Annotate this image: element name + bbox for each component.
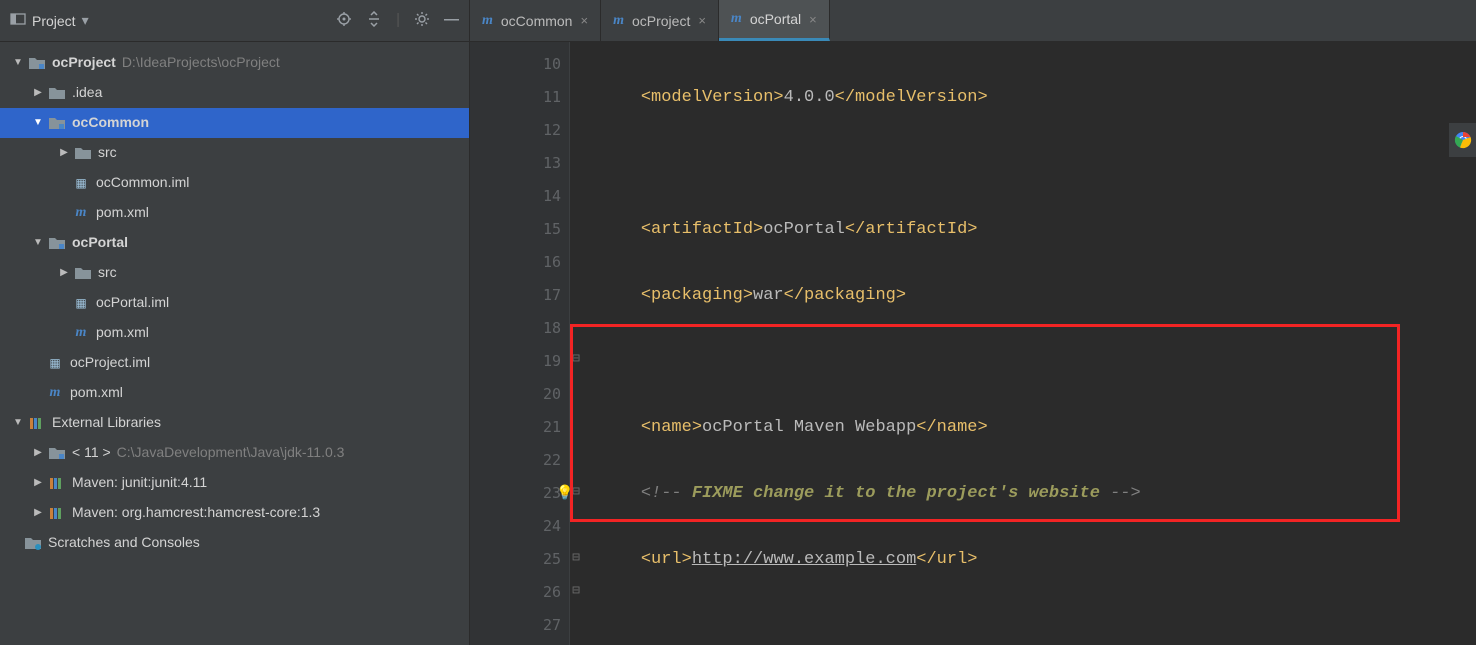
line-number: 10 bbox=[470, 48, 561, 81]
sidebar-header: Project ▾ | — bbox=[0, 0, 469, 42]
close-icon[interactable]: × bbox=[698, 13, 706, 28]
line-gutter: 10 11 12 13 14 15 16 17 18 19 20 21 22 2… bbox=[470, 42, 570, 645]
line-number: 18 bbox=[470, 312, 561, 345]
line-number: 20 bbox=[470, 378, 561, 411]
line-number: 15 bbox=[470, 213, 561, 246]
maven-file-icon: m bbox=[72, 204, 90, 222]
target-icon[interactable] bbox=[336, 11, 352, 31]
line-number: 21 bbox=[470, 411, 561, 444]
tree-node-ocportal-pom[interactable]: m pom.xml bbox=[0, 318, 469, 348]
collapse-all-icon[interactable] bbox=[366, 11, 382, 31]
tab-label: ocProject bbox=[632, 13, 690, 29]
tree-node-jdk[interactable]: ▶ < 11 > C:\JavaDevelopment\Java\jdk-11.… bbox=[0, 438, 469, 468]
project-sidebar: Project ▾ | — ▼ ocProject D:\IdeaProject… bbox=[0, 0, 470, 645]
tab-ocproject[interactable]: m ocProject × bbox=[601, 0, 719, 41]
tree-node-project-iml[interactable]: ▦ ocProject.iml bbox=[0, 348, 469, 378]
tree-node-scratches[interactable]: Scratches and Consoles bbox=[0, 528, 469, 558]
tree-node-occommon-iml[interactable]: ▦ ocCommon.iml bbox=[0, 168, 469, 198]
line-number: 11 bbox=[470, 81, 561, 114]
iml-file-icon: ▦ bbox=[72, 294, 90, 312]
root-path: D:\IdeaProjects\ocProject bbox=[122, 53, 280, 73]
chrome-browser-icon[interactable] bbox=[1448, 122, 1476, 158]
editor-body[interactable]: 10 11 12 13 14 15 16 17 18 19 20 21 22 2… bbox=[470, 42, 1476, 645]
chevron-down-icon[interactable]: ▾ bbox=[82, 12, 89, 29]
maven-file-icon: m bbox=[46, 384, 64, 402]
maven-file-icon: m bbox=[613, 13, 624, 29]
root-name: ocProject bbox=[52, 53, 116, 73]
sidebar-title[interactable]: Project bbox=[32, 13, 76, 29]
line-number: 19 bbox=[470, 345, 561, 378]
project-tool-icon bbox=[10, 11, 26, 30]
editor-tabs: m ocCommon × m ocProject × m ocPortal × bbox=[470, 0, 1476, 42]
library-icon bbox=[48, 474, 66, 492]
line-number: 12 bbox=[470, 114, 561, 147]
maven-file-icon: m bbox=[731, 11, 742, 27]
line-number: 24 bbox=[470, 510, 561, 543]
tree-node-occommon-pom[interactable]: m pom.xml bbox=[0, 198, 469, 228]
code-area[interactable]: <modelVersion>4.0.0</modelVersion> <arti… bbox=[570, 42, 1476, 645]
tree-node-external-libs[interactable]: ▼ External Libraries bbox=[0, 408, 469, 438]
tree-node-ocportal-src[interactable]: ▶ src bbox=[0, 258, 469, 288]
editor-pane: m ocCommon × m ocProject × m ocPortal × … bbox=[470, 0, 1476, 645]
close-icon[interactable]: × bbox=[580, 13, 588, 28]
divider: | bbox=[396, 11, 400, 31]
tree-node-occommon-src[interactable]: ▶ src bbox=[0, 138, 469, 168]
line-number: 26 bbox=[470, 576, 561, 609]
hide-icon[interactable]: — bbox=[444, 11, 459, 31]
maven-file-icon: m bbox=[482, 13, 493, 29]
project-tree: ▼ ocProject D:\IdeaProjects\ocProject ▶ … bbox=[0, 42, 469, 564]
tree-node-project-pom[interactable]: m pom.xml bbox=[0, 378, 469, 408]
line-number: 16 bbox=[470, 246, 561, 279]
library-icon bbox=[48, 504, 66, 522]
line-number: 23 bbox=[470, 477, 561, 510]
close-icon[interactable]: × bbox=[809, 12, 817, 27]
tree-node-occommon[interactable]: ▼ ocCommon bbox=[0, 108, 469, 138]
line-number: 17 bbox=[470, 279, 561, 312]
iml-file-icon: ▦ bbox=[72, 174, 90, 192]
libraries-icon bbox=[28, 414, 46, 432]
tab-label: ocPortal bbox=[750, 11, 801, 27]
tree-node-idea[interactable]: ▶ .idea bbox=[0, 78, 469, 108]
tree-node-ocportal-iml[interactable]: ▦ ocPortal.iml bbox=[0, 288, 469, 318]
intention-bulb-icon[interactable]: 💡 bbox=[556, 478, 573, 511]
line-number: 25 bbox=[470, 543, 561, 576]
maven-file-icon: m bbox=[72, 324, 90, 342]
tab-ocportal[interactable]: m ocPortal × bbox=[719, 0, 830, 41]
line-number: 27 bbox=[470, 609, 561, 642]
iml-file-icon: ▦ bbox=[46, 354, 64, 372]
line-number: 22 bbox=[470, 444, 561, 477]
tree-node-ocportal[interactable]: ▼ ocPortal bbox=[0, 228, 469, 258]
gear-icon[interactable] bbox=[414, 11, 430, 31]
tree-node-root[interactable]: ▼ ocProject D:\IdeaProjects\ocProject bbox=[0, 48, 469, 78]
line-number: 13 bbox=[470, 147, 561, 180]
tab-label: ocCommon bbox=[501, 13, 573, 29]
tree-node-maven-junit[interactable]: ▶ Maven: junit:junit:4.11 bbox=[0, 468, 469, 498]
line-number: 14 bbox=[470, 180, 561, 213]
tree-node-maven-hamcrest[interactable]: ▶ Maven: org.hamcrest:hamcrest-core:1.3 bbox=[0, 498, 469, 528]
tab-occommon[interactable]: m ocCommon × bbox=[470, 0, 601, 41]
